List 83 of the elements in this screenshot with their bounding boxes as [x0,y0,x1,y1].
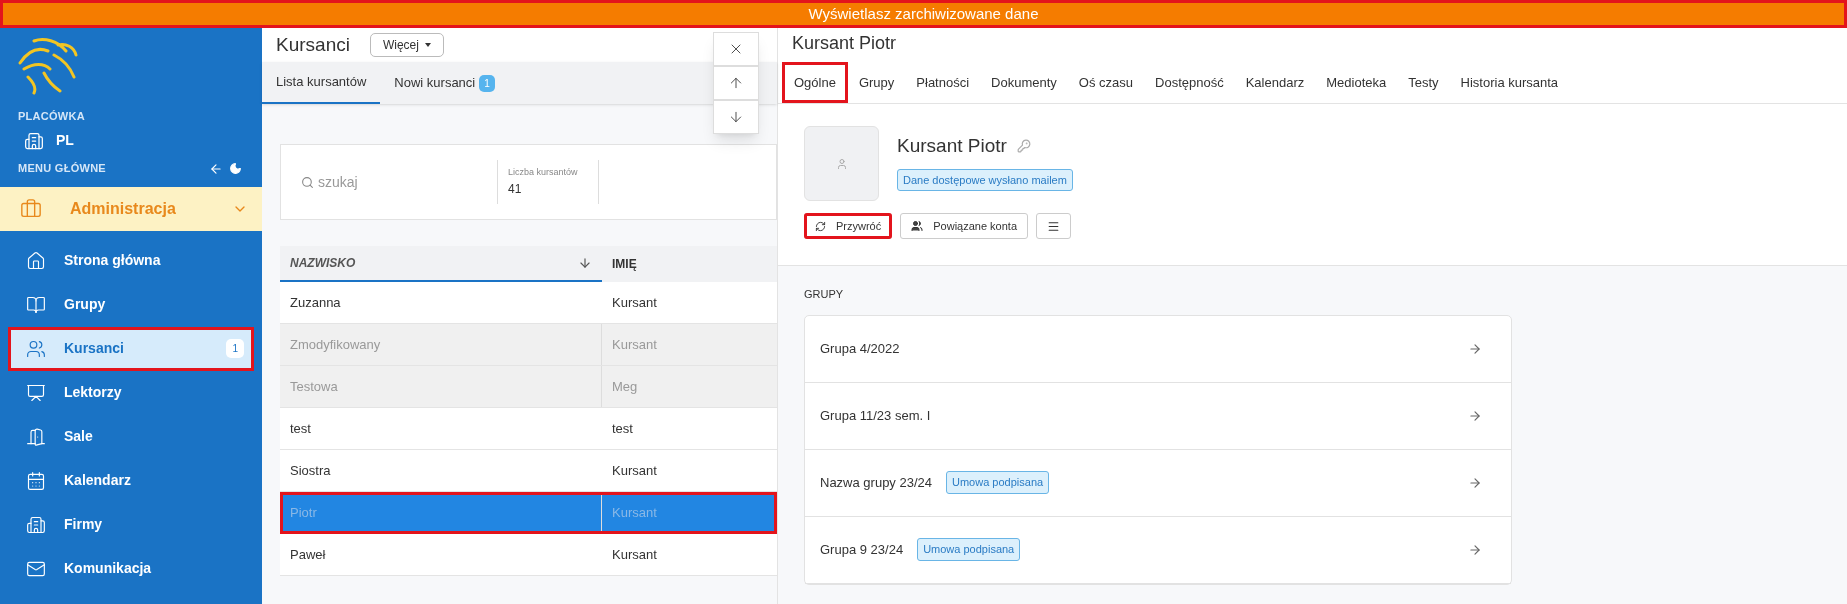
table-cell-text: Kursant [611,335,658,354]
section-title: Administracja [70,198,176,219]
status-badge: Umowa podpisana [917,538,1021,561]
count-badge: 1 [226,339,244,358]
table-cell-text: Paweł [289,545,327,564]
sidebar-item[interactable]: Grupy [8,282,254,327]
restore-button[interactable]: Przywróć [804,213,893,239]
table-cell-text: Kursant [611,503,658,522]
table-cell-text: Meg [611,377,639,396]
more-dropdown-button[interactable]: Więcej [369,33,444,57]
branch-name: PL [56,131,74,150]
building-icon [24,130,44,151]
status-badge: Dane dostępowe wysłano mailem [897,168,1073,191]
group-row[interactable]: Nazwa grupy 23/24 Umowa podpisana [805,449,1511,517]
count-badge: 1 [479,74,495,92]
table-cell-text: test [611,419,634,438]
book-icon [26,294,46,315]
table-row[interactable]: Paweł Kursant [280,534,777,576]
status-badge: Umowa podpisana [946,471,1050,494]
tab[interactable]: Oś czasu [1067,62,1144,103]
user-icon [835,157,848,170]
home-icon [26,250,46,271]
caret-icon [424,43,431,47]
table-cell-text: Kursant [611,293,658,312]
column-header[interactable]: NAZWISKO [280,246,602,282]
sidebar-item[interactable]: Kalendarz [8,458,254,503]
search-field[interactable]: szukaj [318,171,488,193]
tab[interactable]: Lista kursantów [262,62,381,104]
table-cell: Zmodyfikowany [280,324,602,365]
tab[interactable]: Medioteka [1315,62,1398,103]
tab[interactable]: Ogólne [782,62,848,103]
people-icon [26,338,46,359]
tab[interactable]: Nowi kursanci 1 [380,62,509,104]
tab[interactable]: Historia kursanta [1449,62,1570,103]
briefcase-icon [20,197,42,220]
table-cell-text: Kursant [611,461,658,480]
table-cell-text: Kursant [611,545,658,564]
refresh-icon [815,220,826,232]
linked-accounts-button[interactable]: Powiązane konta [900,213,1028,239]
calendar-icon [26,470,46,491]
stat-value: 41 [508,180,523,198]
panel-title: Kursant Piotr [791,31,898,55]
page-title: Kursanci [276,32,350,57]
arrow-down-icon [728,109,744,125]
group-row[interactable]: Grupa 4/2022 [805,315,1511,383]
tab[interactable]: Testy [1397,62,1450,103]
table-cell-text: Siostra [289,461,332,480]
sidebar-item[interactable]: Komunikacja [8,546,254,591]
table-cell-text: test [289,419,312,438]
sidebar-item[interactable]: Firmy [8,502,254,547]
tab[interactable]: Dokumenty [980,62,1068,103]
presentation-icon [26,382,46,403]
table-cell: Piotr [280,492,602,533]
tab[interactable]: Grupy [847,62,906,103]
section-label: PLACÓWKA [17,109,86,124]
sidebar-item[interactable]: Kursanci 1 [8,326,254,371]
tab[interactable]: Płatności [905,62,981,103]
group-row[interactable]: Grupa 9 23/24 Umowa podpisana [805,516,1511,584]
column-header[interactable]: IMIĘ [602,246,777,282]
door-icon [26,426,46,447]
sidebar-item[interactable]: Strona główna [8,238,254,283]
moon-icon[interactable] [229,162,242,175]
stat-label: Liczba kursantów [508,166,579,180]
table-cell: Testowa [280,366,602,407]
table-row[interactable]: test test [280,408,777,450]
tab[interactable]: Dostępność [1144,62,1235,103]
menu-icon [1047,219,1060,233]
tab[interactable]: Kalendarz [1234,62,1316,103]
sidebar-item[interactable]: Lektorzy [8,370,254,415]
search-icon [301,175,314,189]
table-cell-text: Zuzanna [289,293,342,312]
section-label: GRUPY [804,287,845,302]
menu-button[interactable] [1036,213,1071,239]
arrow-up-icon [728,75,744,91]
people-icon [911,220,924,232]
group-row[interactable]: Grupa 11/23 sem. I [805,382,1511,450]
sidebar-item[interactable]: Sale [8,414,254,459]
archive-banner: Wyświetlasz zarchiwizowane dane [0,0,1847,28]
section-label: MENU GŁÓWNE [18,161,106,177]
collapse-icon[interactable] [209,161,223,176]
student-name: Kursant Piotr [897,134,1007,158]
key-icon [1016,139,1031,154]
building-icon [26,514,46,535]
